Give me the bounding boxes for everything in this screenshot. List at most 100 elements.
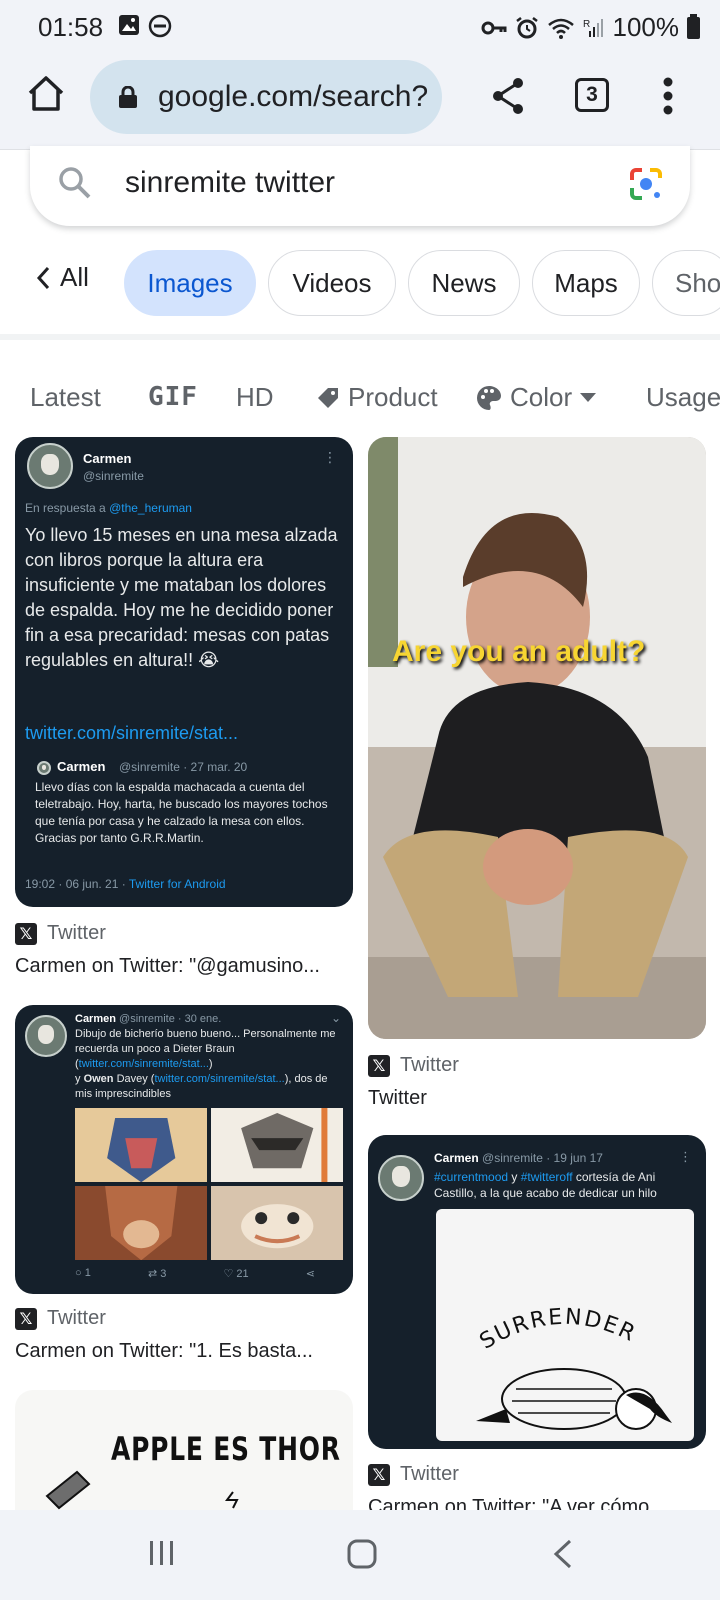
wifi-icon (547, 18, 574, 39)
drawing-text: APPLE ES THOR (111, 1430, 341, 1468)
tag-icon (318, 387, 338, 408)
result-title-1[interactable]: Carmen on Twitter: "@gamusino... (15, 955, 347, 978)
filter-bar: Latest GIF HD Product Color Usage (0, 378, 720, 418)
quoted-text: Llevo días con la espalda machacada a cu… (35, 780, 328, 845)
tweet-media: SURRENDER (436, 1209, 694, 1441)
tweet-media-grid (75, 1108, 343, 1260)
reply-count: ○ 1 (75, 1267, 91, 1279)
tab-all[interactable]: All (36, 262, 89, 293)
tab-all-label: All (60, 262, 89, 292)
network-label: R (583, 19, 590, 30)
tweet-link: twitter.com/sinremite/stat... (154, 1073, 285, 1085)
art-bear (75, 1185, 208, 1260)
google-lens-icon[interactable] (626, 164, 666, 204)
tweet-link: twitter.com/sinremite/stat... (78, 1058, 209, 1070)
tweet-text-part: y (508, 1170, 521, 1184)
battery-percent: 100% (612, 12, 680, 42)
tab-images[interactable]: Images (124, 250, 256, 316)
tweet-menu-icon: ⋮ (323, 449, 337, 465)
tweet-footer: 19:02 · 06 jun. 21 · Twitter for Android (25, 877, 226, 891)
status-bar: 01:58 R 100% (0, 0, 720, 52)
home-nav-icon[interactable] (346, 1538, 378, 1570)
tweet-text: Yo llevo 15 meses en una mesa alzada con… (25, 525, 338, 670)
search-box[interactable]: sinremite twitter (30, 146, 690, 226)
source-label: Twitter (47, 1307, 106, 1329)
filter-hd[interactable]: HD (236, 382, 274, 413)
avatar (378, 1155, 424, 1201)
filter-latest[interactable]: Latest (30, 382, 101, 413)
quoted-handle: @sinremite · 27 mar. 20 (119, 760, 248, 774)
filter-color-label: Color (510, 382, 573, 412)
tweet-author: Carmen (83, 451, 132, 466)
retweet-count: ⇄ 3 (147, 1268, 167, 1280)
filter-usage[interactable]: Usage (646, 382, 720, 413)
result-title-4[interactable]: Carmen on Twitter: "A ver cómo... (368, 1496, 700, 1510)
tab-shopping[interactable]: Sho (652, 250, 720, 316)
result-title-3[interactable]: Carmen on Twitter: "1. Es basta... (15, 1340, 347, 1363)
browser-toolbar: google.com/search? 3 (0, 52, 720, 150)
tweet-text-bold: Owen (83, 1073, 114, 1085)
like-count-value: 21 (236, 1268, 249, 1280)
squiggle-mark (225, 1491, 239, 1509)
tab-maps[interactable]: Maps (532, 250, 640, 316)
result-source-3[interactable]: 𝕏 Twitter (15, 1307, 106, 1330)
tab-switcher-button[interactable]: 3 (575, 78, 609, 112)
tweet-text-part: y (75, 1073, 84, 1085)
reply-context: En respuesta a @the_heruman (25, 501, 192, 515)
share-icon[interactable] (490, 76, 526, 116)
tweet-timestamp: 19:02 · 06 jun. 21 · (25, 877, 126, 891)
search-query[interactable]: sinremite twitter (125, 166, 335, 200)
x-logo-icon: 𝕏 (15, 922, 37, 945)
source-label: Twitter (400, 1463, 459, 1485)
result-image-5[interactable]: APPLE ES THOR (15, 1390, 353, 1510)
tweet-text-part: ) (208, 1058, 213, 1070)
tweet-author: Carmen (434, 1151, 479, 1165)
tweet-text: #currentmood y #twitteroff cortesía de A… (434, 1169, 696, 1201)
share-icon: ⋖ (305, 1268, 315, 1280)
result-source-1[interactable]: 𝕏 Twitter (15, 922, 106, 945)
quoted-author: Carmen (57, 759, 106, 774)
quoted-avatar (37, 761, 51, 775)
tweet-link: twitter.com/sinremite/stat... (25, 723, 239, 743)
tweet-text: Dibujo de bicherío bueno bueno... Person… (75, 1027, 345, 1102)
lock-icon (119, 86, 137, 108)
do-not-disturb-icon (148, 14, 172, 38)
result-image-4[interactable]: Carmen @sinremite · 19 jun 17 ⋮ #current… (368, 1135, 706, 1449)
result-image-3[interactable]: Carmen @sinremite · 30 ene. ⌄ Dibujo de … (15, 1005, 353, 1294)
tweet-text-part: Davey ( (113, 1073, 155, 1085)
chevron-left-icon (36, 266, 50, 289)
address-bar[interactable]: google.com/search? (90, 60, 442, 134)
tab-news[interactable]: News (408, 250, 520, 316)
signal-icon: R (583, 18, 603, 37)
more-options-icon[interactable] (662, 76, 674, 116)
tweet-header: Carmen @sinremite · 30 ene. (75, 1013, 221, 1025)
like-count: ♡ 21 (223, 1268, 249, 1280)
source-label: Twitter (47, 922, 106, 944)
result-image-2[interactable]: Are you an adult? (368, 437, 706, 1039)
art-mandrill (75, 1108, 208, 1183)
recent-apps-icon[interactable] (148, 1538, 176, 1568)
filter-product[interactable]: Product (316, 382, 438, 413)
tweet-author: Carmen (75, 1013, 116, 1025)
back-nav-icon[interactable] (552, 1538, 574, 1570)
filter-gif[interactable]: GIF (148, 382, 198, 412)
video-caption: Are you an adult? (392, 635, 646, 668)
retweet-count-value: 3 (160, 1268, 167, 1280)
result-image-1[interactable]: Carmen @sinremite ⋮ En respuesta a @the_… (15, 437, 353, 907)
vpn-key-icon (481, 21, 506, 34)
system-navigation-bar (0, 1510, 720, 1600)
filter-color[interactable]: Color (476, 382, 597, 413)
tab-videos[interactable]: Videos (268, 250, 396, 316)
result-source-2[interactable]: 𝕏 Twitter (368, 1054, 459, 1077)
reply-target: @the_heruman (109, 501, 192, 515)
hammer-icon (45, 1470, 91, 1510)
battery-icon (687, 13, 700, 39)
filter-product-label: Product (348, 382, 438, 412)
result-title-2[interactable]: Twitter (368, 1087, 700, 1110)
result-source-4[interactable]: 𝕏 Twitter (368, 1463, 459, 1486)
art-raccoon (210, 1108, 343, 1183)
tweet-client: Twitter for Android (128, 877, 226, 891)
search-icon (59, 167, 91, 199)
tweet-handle: @sinremite · 30 ene. (119, 1013, 222, 1025)
home-icon[interactable] (26, 74, 66, 114)
